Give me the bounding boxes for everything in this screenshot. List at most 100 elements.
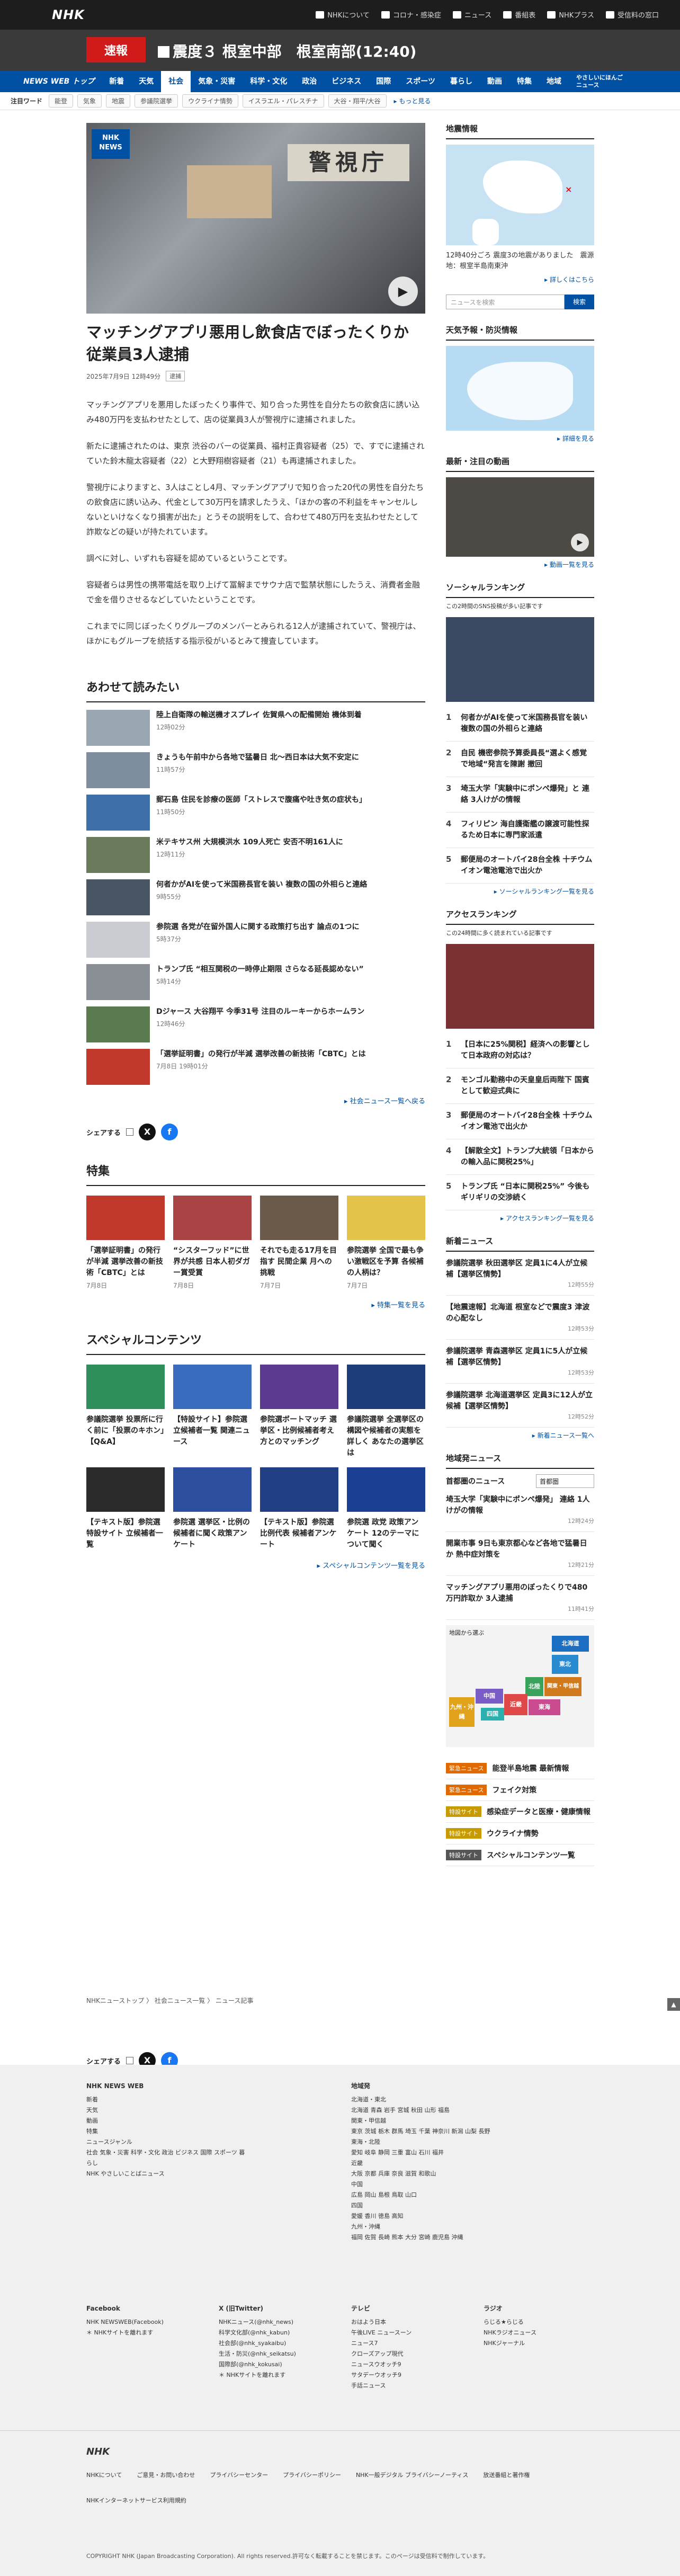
footer-link[interactable]: NHKジャーナル [484, 2338, 589, 2349]
related-item[interactable]: 何者かがAIを使って米国務長官を装い 複数の国の外相らと連絡 9時55分 [86, 879, 425, 916]
nav-item-society[interactable]: 社会 [161, 71, 191, 92]
related-title[interactable]: 「選挙証明書」の発行が半減 選挙改善の新技術「CBTC」とは [156, 1049, 366, 1060]
nav-item-weather[interactable]: 天気 [131, 71, 161, 92]
footer-link[interactable]: 科学文化部(@nhk_kabun) [219, 2328, 335, 2338]
footer-link[interactable]: NHKについて [86, 2470, 122, 2481]
keyword-chip[interactable]: 気象 [77, 94, 102, 108]
society-list-link[interactable]: ▸ 社会ニュース一覧へ戻る [86, 1095, 425, 1106]
footer-link[interactable]: 手話ニュース [351, 2381, 468, 2391]
footer-link[interactable]: プライバシーセンター [210, 2470, 268, 2481]
footer-link[interactable]: 特集 [86, 2126, 245, 2137]
nav-item-easy-news[interactable]: やさしいにほんごニュース [569, 71, 632, 92]
related-title[interactable]: 陸上自衛隊の輸送機オスプレイ 佐賀県への配備開始 機体到着 [156, 710, 362, 721]
footer-link[interactable]: 動画 [86, 2116, 245, 2126]
special-tag-item[interactable]: 緊急ニュース 能登半島地震 最新情報 [446, 1758, 594, 1779]
nav-item-region[interactable]: 地域 [539, 71, 569, 92]
feature-card[interactable]: “シスターフッド”に世界が共感 日本人初ダガー賞受賞 7月8日 [173, 1196, 252, 1290]
footer-link[interactable]: 国際部(@nhk_kokusai) [219, 2359, 335, 2370]
region-tohoku[interactable]: 東北 [552, 1655, 578, 1674]
footer-link[interactable]: 社会部(@nhk_syakaibu) [219, 2338, 335, 2349]
nav-item-international[interactable]: 国際 [369, 71, 398, 92]
nav-item-video[interactable]: 動画 [480, 71, 509, 92]
special-card[interactable]: 参議院選挙 全選挙区の構図や候補者の実態を詳しく あなたの選挙区は [347, 1365, 425, 1459]
news-item[interactable]: 参議院選挙 北海道選挙区 定員3に12人が立候補【選挙区情勢】 12時52分 [446, 1384, 594, 1428]
feature-card[interactable]: 「選挙証明書」の発行が半減 選挙改善の新技術「CBTC」とは 7月8日 [86, 1196, 165, 1290]
footer-link[interactable]: らじる★らじる [484, 2317, 589, 2328]
header-link-fee[interactable]: 受信料の窓口 [605, 10, 659, 20]
special-title[interactable]: 参院選 政党 政策アンケート 12のテーマについて聞く [347, 1517, 425, 1550]
ranking-title[interactable]: 【解散全文】トランプ大統領「日本からの輸入品に関税25%」 [461, 1146, 594, 1168]
footer-link[interactable]: NHK NEWSWEB(Facebook) [86, 2317, 203, 2328]
special-card[interactable]: 【テキスト版】参院選特設サイト 立候補者一覧 [86, 1467, 165, 1550]
footer-link[interactable]: 新着 [86, 2094, 245, 2105]
nav-brand[interactable]: NEWS WEB トップ [16, 71, 102, 92]
ranking-item[interactable]: 4 【解散全文】トランプ大統領「日本からの輸入品に関税25%」 [446, 1139, 594, 1175]
header-link-corona[interactable]: コロナ・感染症 [381, 10, 441, 20]
feature-title[interactable]: それでも走る17月を目指す 民間企業 月への挑戦 [260, 1245, 338, 1279]
nav-item-science[interactable]: 科学・文化 [243, 71, 294, 92]
news-item[interactable]: 【地震速報】北海道 根室などで震度3 津波の心配なし 12時53分 [446, 1296, 594, 1340]
ranking-item[interactable]: 1 【日本に25%関税】経済への影響として日本政府の対応は？ [446, 1033, 594, 1068]
news-title[interactable]: 開業市事 9日も東京都心など各地で猛暑日か 熱中症対策を [446, 1538, 594, 1561]
related-title[interactable]: 郵石島 住民を診療の医師「ストレスで腹痛や吐き気の症状も」 [156, 795, 366, 806]
footer-link[interactable]: NHK一般デジタル ブライバシーノーティス [356, 2470, 468, 2481]
special-title[interactable]: 【テキスト版】参院選 比例代表 候補者アンケート [260, 1517, 338, 1550]
play-icon[interactable]: ▶ [571, 533, 589, 551]
related-title[interactable]: きょうも午前中から各地で猛暑日 北〜西日本は大気不安定に [156, 752, 359, 763]
related-item[interactable]: きょうも午前中から各地で猛暑日 北〜西日本は大気不安定に 11時57分 [86, 752, 425, 789]
related-item[interactable]: 米テキサス州 大規模洪水 109人死亡 安否不明161人に 12時11分 [86, 837, 425, 874]
region-shikoku[interactable]: 四国 [481, 1708, 504, 1721]
special-card[interactable]: 【特設サイト】参院選 立候補者一覧 関連ニュース [173, 1365, 252, 1459]
ranking-title[interactable]: 郵便局のオートバイ28台全株 十チウム イオン電池電池で出火か [461, 854, 594, 877]
news-title[interactable]: 参議院選挙 青森選挙区 定員1に5人が立候補【選挙区情勢】 [446, 1346, 594, 1368]
special-title[interactable]: 参議院選挙 投票所に行く前に「投票のキホン」【Q&A】 [86, 1414, 165, 1448]
special-tag-title[interactable]: ウクライナ情勢 [487, 1828, 539, 1839]
ranking-title[interactable]: 何者かがAIを使って米国務長官を装い 複数の国の外相らと連絡 [461, 712, 594, 735]
special-tag-title[interactable]: 感染症データと医療・健康情報 [487, 1806, 590, 1817]
keyword-chip[interactable]: イスラエル・パレスチナ [242, 94, 324, 108]
footer-link[interactable]: 生活・防災(@nhk_seikatsu) [219, 2349, 335, 2359]
related-item[interactable]: 郵石島 住民を診療の医師「ストレスで腹痛や吐き気の症状も」 11時50分 [86, 795, 425, 832]
footer-link[interactable]: 午後LIVE ニュースーン [351, 2328, 468, 2338]
breaking-news-bar[interactable]: 速報 震度３ 根室中部 根室南部(12:40) [0, 30, 680, 71]
related-title[interactable]: 何者かがAIを使って米国務長官を装い 複数の国の外相らと連絡 [156, 879, 367, 890]
footer-logo[interactable]: NHK [86, 2446, 110, 2457]
footer-link[interactable]: サタデーウオッチ9 [351, 2370, 468, 2381]
footer-link[interactable]: 社会 気象・災害 科学・文化 政治 ビジネス 国際 スポーツ 暮らし [86, 2147, 245, 2169]
ranking-item[interactable]: 4 フィリピン 海自護衛艦の譲渡可能性探るため日本に専門家派遣 [446, 813, 594, 848]
special-title[interactable]: 【テキスト版】参院選特設サイト 立候補者一覧 [86, 1517, 165, 1550]
special-tag-title[interactable]: スペシャルコンテンツ一覧 [487, 1850, 575, 1860]
header-link-about[interactable]: NHKについて [316, 10, 370, 20]
special-card[interactable]: 【テキスト版】参院選 比例代表 候補者アンケート [260, 1467, 338, 1550]
ranking-title[interactable]: フィリピン 海自護衛艦の譲渡可能性探るため日本に専門家派遣 [461, 819, 594, 841]
ranking-title[interactable]: 自民 機密参院予算委員長“選よく感覚で地域“発言を陳謝 撤回 [461, 748, 594, 770]
ranking-title[interactable]: 埼玉大学「実験中にポンペ爆発」と 連絡 3人けがの情報 [461, 783, 594, 806]
header-link-plus[interactable]: NHKプラス [547, 10, 594, 20]
related-item[interactable]: 「選挙証明書」の発行が半減 選挙改善の新技術「CBTC」とは 7月8日 19時01… [86, 1049, 425, 1086]
region-hokkaido[interactable]: 北海道 [552, 1636, 589, 1652]
region-kyushu[interactable]: 九州・沖縄 [449, 1697, 475, 1727]
feature-title[interactable]: 「選挙証明書」の発行が半減 選挙改善の新技術「CBTC」とは [86, 1245, 165, 1279]
related-title[interactable]: トランプ氏 “相互関税の一時停止期限 さらなる延長認めない” [156, 964, 364, 975]
special-title[interactable]: 【特設サイト】参院選 立候補者一覧 関連ニュース [173, 1414, 252, 1448]
region-hokuriku[interactable]: 北陸 [525, 1677, 543, 1696]
weather-more-link[interactable]: ▸ 詳細を見る [446, 434, 594, 443]
featured-video[interactable]: ▶ [446, 477, 594, 557]
nav-item-sports[interactable]: スポーツ [398, 71, 443, 92]
ranking-title[interactable]: 【日本に25%関税】経済への影響として日本政府の対応は？ [461, 1039, 594, 1062]
keyword-chip[interactable]: 地震 [106, 94, 131, 108]
related-item[interactable]: 陸上自衛隊の輸送機オスプレイ 佐賀県への配備開始 機体到着 12時02分 [86, 710, 425, 747]
footer-link[interactable]: NHKラジオニュース [484, 2328, 589, 2338]
feature-title[interactable]: “シスターフッド”に世界が共感 日本人初ダガー賞受賞 [173, 1245, 252, 1279]
footer-link[interactable]: ニュースウオッチ9 [351, 2359, 468, 2370]
x-share-icon[interactable]: X [139, 1124, 156, 1140]
special-more-link[interactable]: ▸ スペシャルコンテンツ一覧を見る [86, 1560, 426, 1570]
footer-link[interactable]: 大阪 京都 兵庫 奈良 滋賀 和歌山 [351, 2169, 574, 2179]
keyword-more-link[interactable]: ▸ もっと見る [394, 96, 431, 105]
special-card[interactable]: 参院選 政党 政策アンケート 12のテーマについて聞く [347, 1467, 425, 1550]
news-title[interactable]: 参議院選挙 北海道選挙区 定員3に12人が立候補【選挙区情勢】 [446, 1390, 594, 1412]
quake-more-link[interactable]: ▸ 詳しくはこちら [446, 275, 594, 284]
special-title[interactable]: 参院選ボートマッチ 選挙区・比例候補者考え方とのマッチング [260, 1414, 338, 1448]
feature-title[interactable]: 参院選挙 全国で最も争い激戦区を予算 各候補の人柄は？ [347, 1245, 425, 1279]
social-ranking-image[interactable] [446, 617, 594, 702]
